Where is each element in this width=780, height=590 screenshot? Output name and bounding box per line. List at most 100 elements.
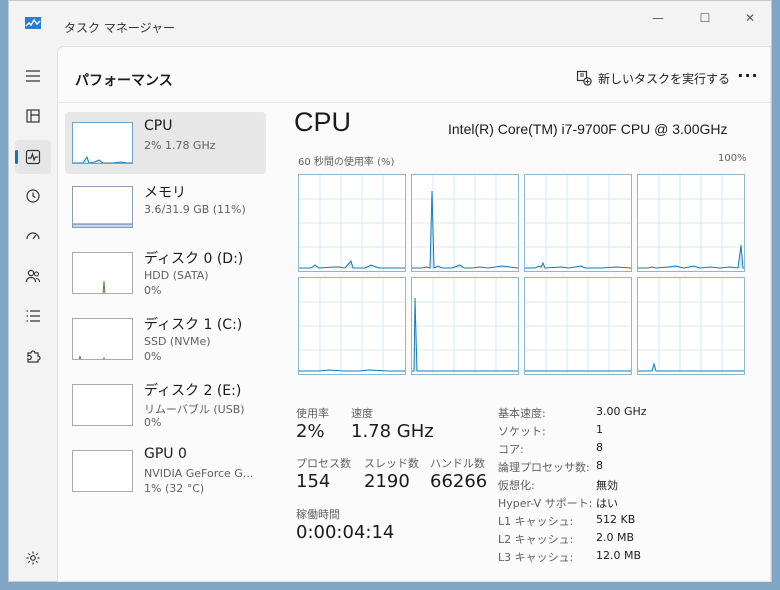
spec-value: 8 [596,459,603,472]
usage-label: 使用率 [296,407,329,420]
performance-icon [25,149,41,165]
core-graph [524,277,632,375]
spec-value: 12.0 MB [596,549,642,562]
processes-icon [26,109,40,123]
resource-name: ディスク 0 (D:) [144,251,244,267]
resource-name: メモリ [144,185,186,201]
spec-label: ソケット: [498,425,546,438]
spec-label: 仮想化: [498,479,535,492]
resource-item-cpu[interactable]: CPU 2% 1.78 GHz [65,112,266,174]
resource-detail: HDD (SATA) [144,269,209,282]
cpu-mini-graph [72,122,133,164]
startup-gauge-icon [26,232,40,240]
handles-value: 66266 [430,471,488,492]
nav-services[interactable] [15,339,51,373]
title-bar: タスク マネージャー — ☐ ✕ [9,1,771,35]
performance-page: パフォーマンス 新しいタスクを実行する ··· CPU 2% 1.78 GHz … [57,46,771,582]
core-graph [411,174,519,272]
spec-label: L3 キャッシュ: [498,551,574,564]
window-title: タスク マネージャー [64,21,175,35]
core-graph [411,277,519,375]
threads-value: 2190 [364,471,410,492]
minimize-button[interactable]: — [646,9,670,27]
details-list-icon [26,310,40,322]
usage-value: 2% [296,421,325,442]
resource-detail: SSD (NVMe) [144,335,211,348]
maximize-button[interactable]: ☐ [693,9,717,27]
resource-item-memory[interactable]: メモリ 3.6/31.9 GB (11%) [65,176,266,238]
hamburger-menu-button[interactable] [15,59,51,93]
resource-item-disk-2[interactable]: ディスク 2 (E:) リムーバブル (USB) 0% [65,374,266,436]
resource-name: ディスク 2 (E:) [144,383,242,399]
disk-1-mini-graph [72,318,133,360]
resource-detail: 2% 1.78 GHz [144,139,216,152]
spec-label: 論理プロセッサ数: [498,461,590,474]
resource-detail: 3.6/31.9 GB (11%) [144,203,246,216]
spec-value: 512 KB [596,513,636,526]
spec-label: L1 キャッシュ: [498,515,574,528]
threads-label: スレッド数 [364,457,419,470]
settings-gear-icon [26,551,40,565]
nav-users[interactable] [15,259,51,293]
spec-label: コア: [498,443,524,456]
spec-value: 1 [596,423,603,436]
core-graph [524,174,632,272]
nav-settings[interactable] [15,541,51,575]
nav-performance[interactable] [15,140,51,174]
spec-value: 2.0 MB [596,531,635,544]
cpu-detail-panel: CPU Intel(R) Core(TM) i7-9700F CPU @ 3.0… [288,104,768,582]
speed-label: 速度 [351,407,373,420]
maximize-icon: ☐ [699,11,711,25]
memory-mini-graph [72,186,133,228]
nav-processes[interactable] [15,99,51,133]
task-manager-window: タスク マネージャー — ☐ ✕ パフォーマンス 新しいタスクを実行する ···… [8,0,772,582]
spec-value: 無効 [596,479,618,492]
processes-value: 154 [296,471,331,492]
resource-usage: 1% (32 °C) [144,482,205,495]
history-icon [26,189,40,203]
core-graph [298,277,406,375]
resource-item-gpu-0[interactable]: GPU 0 NVIDIA GeForce G... 1% (32 °C) [65,440,266,502]
resource-name: GPU 0 [144,446,187,462]
cpu-heading: CPU [294,107,352,137]
task-manager-app-icon [25,17,41,29]
nav-startup-apps[interactable] [15,219,51,253]
close-icon: ✕ [744,11,756,25]
page-header: パフォーマンス 新しいタスクを実行する ··· [58,47,770,103]
spec-value: 3.00 GHz [596,405,647,418]
disk-0-mini-graph [72,252,133,294]
resource-detail: リムーバブル (USB) [144,403,245,416]
spec-label: Hyper-V サポート: [498,497,593,510]
minimize-icon: — [652,11,664,25]
services-puzzle-icon [27,350,41,363]
nav-details[interactable] [15,299,51,333]
users-icon [25,269,41,283]
graph-max-label: 100% [718,153,747,164]
uptime-value: 0:00:04:14 [296,522,395,543]
resource-usage: 0% [144,284,162,297]
core-graph [637,277,745,375]
core-graph [637,174,745,272]
resource-usage: 0% [144,416,162,429]
spec-value: はい [596,497,618,510]
speed-value: 1.78 GHz [351,421,434,442]
run-task-icon [576,70,592,86]
resource-detail: NVIDIA GeForce G... [144,467,254,480]
more-options-button[interactable]: ··· [734,61,762,91]
graph-axis-label: 60 秒間の使用率 (%) [298,157,395,168]
processes-label: プロセス数 [296,457,351,470]
nav-app-history[interactable] [15,179,51,213]
core-graph [298,174,406,272]
uptime-label: 稼働時間 [296,508,340,521]
run-new-task-button[interactable]: 新しいタスクを実行する [572,62,730,92]
hamburger-icon [26,70,40,82]
resource-list: CPU 2% 1.78 GHz メモリ 3.6/31.9 GB (11%) ディ… [58,104,278,582]
resource-usage: 0% [144,350,162,363]
run-task-label: 新しいタスクを実行する [598,72,731,86]
resource-name: ディスク 1 (C:) [144,317,243,333]
resource-item-disk-1[interactable]: ディスク 1 (C:) SSD (NVMe) 0% [65,308,266,370]
resource-item-disk-0[interactable]: ディスク 0 (D:) HDD (SATA) 0% [65,242,266,304]
close-button[interactable]: ✕ [738,9,762,27]
disk-2-mini-graph [72,384,133,426]
handles-label: ハンドル数 [430,457,485,470]
